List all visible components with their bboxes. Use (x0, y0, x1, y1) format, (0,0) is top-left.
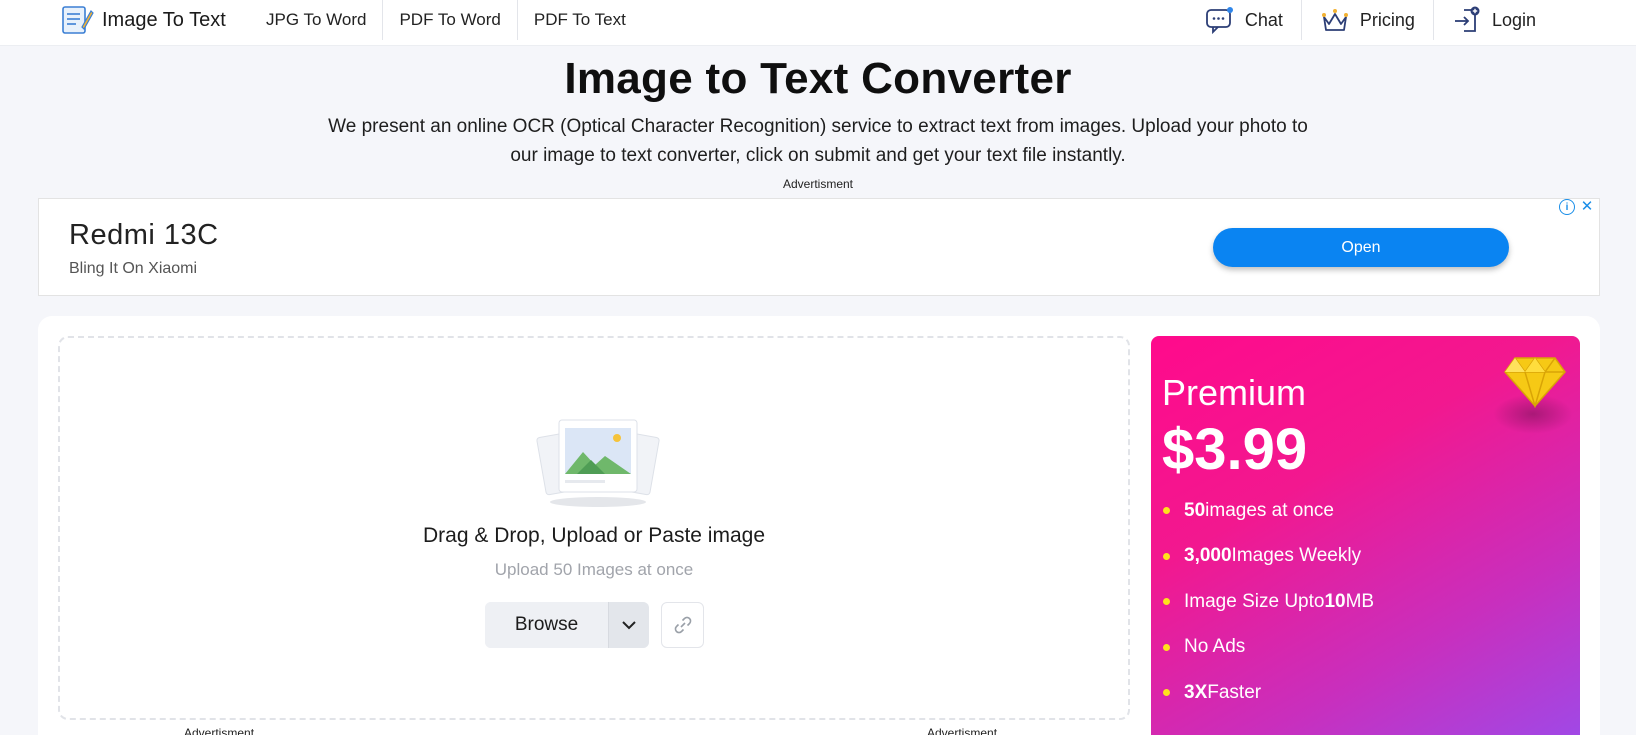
feature-text: Images Weekly (1231, 545, 1362, 567)
premium-feature: 3,000 Images Weekly (1162, 534, 1374, 580)
premium-feature-list: 50 images at once 3,000 Images Weekly Im… (1162, 488, 1374, 716)
premium-plan-card[interactable]: Premium $3.99 50 images at once 3,000 Im… (1151, 336, 1580, 735)
browse-button[interactable]: Browse (485, 602, 608, 648)
premium-plan-price: $3.99 (1162, 417, 1308, 482)
ad-close-icon[interactable]: ✕ (1579, 199, 1595, 215)
diamond-icon (1504, 356, 1566, 408)
premium-feature: Image Size Upto 10 MB (1162, 579, 1374, 625)
link-icon (674, 616, 691, 634)
brand-name: Image To Text (102, 8, 226, 31)
login-label: Login (1491, 9, 1536, 30)
login-button[interactable]: Login (1434, 0, 1536, 40)
pricing-button[interactable]: Pricing (1302, 0, 1434, 40)
ad-subtitle: Bling It On Xiaomi (69, 260, 198, 277)
drop-zone-subtitle: Upload 50 Images at once (494, 560, 694, 579)
advertisement-banner[interactable]: Redmi 13C Bling It On Xiaomi Open i ✕ (38, 198, 1600, 296)
feature-highlight: 50 (1184, 499, 1206, 521)
brand-logo-link[interactable]: Image To Text (60, 2, 226, 38)
ad-title: Redmi 13C (69, 219, 219, 251)
feature-text: Faster (1207, 681, 1262, 703)
nav-link-pdf-to-word[interactable]: PDF To Word (383, 0, 518, 40)
feature-text: images at once (1205, 499, 1334, 521)
drop-zone-title: Drag & Drop, Upload or Paste image (423, 524, 765, 547)
feature-text: No Ads (1184, 636, 1246, 658)
ad-info-icon[interactable]: i (1559, 199, 1575, 215)
page-title: Image to Text Converter (564, 54, 1072, 103)
feature-text: MB (1345, 590, 1375, 612)
pricing-label: Pricing (1359, 9, 1415, 30)
feature-highlight: 3,000 (1184, 545, 1232, 567)
chat-button[interactable]: Chat (1187, 0, 1302, 40)
feature-highlight: 10 (1324, 590, 1346, 612)
premium-feature: 3X Faster (1162, 670, 1374, 716)
nav-link-pdf-to-text[interactable]: PDF To Text (518, 0, 642, 40)
browse-button-group: Browse (485, 602, 649, 648)
advertisement-label-right: Advertisment (927, 726, 998, 735)
premium-feature: No Ads (1162, 625, 1374, 671)
nav-links: JPG To Word PDF To Word PDF To Text (250, 0, 642, 40)
login-icon (1454, 6, 1480, 32)
feature-prefix: Image Size Upto (1184, 590, 1325, 612)
document-edit-icon (62, 6, 94, 34)
converter-card: Drag & Drop, Upload or Paste image Uploa… (38, 316, 1600, 735)
upload-drop-zone[interactable]: Drag & Drop, Upload or Paste image Uploa… (58, 336, 1130, 720)
chat-label: Chat (1244, 9, 1283, 30)
premium-plan-name: Premium (1162, 372, 1307, 413)
crown-icon (1321, 9, 1348, 31)
ad-open-button[interactable]: Open (1213, 228, 1509, 267)
feature-highlight: 3X (1184, 681, 1208, 703)
advertisement-label: Advertisment (782, 177, 854, 191)
browse-dropdown-toggle[interactable] (608, 602, 649, 648)
page-description: We present an online OCR (Optical Charac… (328, 116, 1308, 166)
advertisement-label-left: Advertisment (184, 726, 255, 735)
paste-url-button[interactable] (661, 602, 704, 648)
top-navbar: Image To Text JPG To Word PDF To Word PD… (0, 0, 1636, 46)
premium-feature: 50 images at once (1162, 488, 1374, 534)
chat-icon (1205, 7, 1233, 35)
image-upload-illustration (536, 419, 660, 507)
nav-link-jpg-to-word[interactable]: JPG To Word (250, 0, 384, 40)
chevron-down-icon (622, 621, 636, 630)
nav-actions: Chat Pricing Login (1187, 0, 1536, 40)
